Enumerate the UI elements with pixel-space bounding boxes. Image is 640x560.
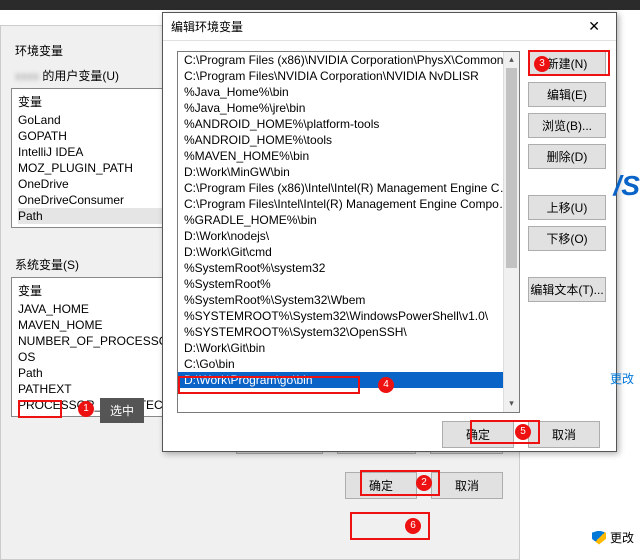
scroll-down-icon[interactable]: ▾ (504, 396, 519, 412)
path-item[interactable]: %ANDROID_HOME%\platform-tools (178, 116, 519, 132)
move-down-button[interactable]: 下移(O) (528, 226, 606, 251)
close-icon[interactable]: ✕ (580, 16, 608, 37)
dialog-footer-buttons: 确定 取消 (163, 421, 616, 458)
path-item[interactable]: C:\Program Files (x86)\Intel\Intel(R) Ma… (178, 180, 519, 196)
browse-button[interactable]: 浏览(B)... (528, 113, 606, 138)
dialog-side-buttons: 新建(N) 编辑(E) 浏览(B)... 删除(D) 上移(U) 下移(O) 编… (528, 51, 606, 413)
delete-button[interactable]: 删除(D) (528, 144, 606, 169)
path-item[interactable]: %SYSTEMROOT%\System32\WindowsPowerShell\… (178, 308, 519, 324)
ok-button[interactable]: 确定 (345, 472, 417, 499)
path-item[interactable]: D:\Work\Git\cmd (178, 244, 519, 260)
dialog-titlebar[interactable]: 编辑环境变量 ✕ (163, 13, 616, 41)
background-logo-fragment: /S (614, 170, 640, 202)
move-up-button[interactable]: 上移(U) (528, 195, 606, 220)
path-item[interactable]: %MAVEN_HOME%\bin (178, 148, 519, 164)
dialog-title: 编辑环境变量 (171, 18, 243, 35)
edit-text-button[interactable]: 编辑文本(T)... (528, 277, 606, 302)
scrollbar[interactable]: ▴ ▾ (503, 52, 519, 412)
path-item[interactable]: %GRADLE_HOME%\bin (178, 212, 519, 228)
cancel-button[interactable]: 取消 (431, 472, 503, 499)
path-item[interactable]: D:\Work\nodejs\ (178, 228, 519, 244)
change-settings-link[interactable]: 更改 (592, 529, 634, 546)
path-item[interactable]: %Java_Home%\jre\bin (178, 100, 519, 116)
path-item[interactable]: D:\Work\Git\bin (178, 340, 519, 356)
path-entries-listbox[interactable]: ▴ ▾ C:\Program Files (x86)\NVIDIA Corpor… (177, 51, 520, 413)
path-item[interactable]: C:\Go\bin (178, 356, 519, 372)
path-item[interactable]: C:\Program Files (x86)\NVIDIA Corporatio… (178, 52, 519, 68)
path-item[interactable]: D:\Work\Program\go\bin (178, 372, 519, 388)
edit-button[interactable]: 编辑(E) (528, 82, 606, 107)
change-link-2[interactable]: 更改 (610, 370, 634, 387)
path-item[interactable]: D:\Work\MinGW\bin (178, 164, 519, 180)
edit-env-var-dialog: 编辑环境变量 ✕ ▴ ▾ C:\Program Files (x86)\NVID… (162, 12, 617, 452)
env-window-footer-buttons: 确定 取消 (11, 472, 509, 499)
path-item[interactable]: %SystemRoot% (178, 276, 519, 292)
scrollbar-thumb[interactable] (506, 68, 517, 268)
background-dark-strip (0, 0, 640, 10)
shield-icon (592, 531, 606, 545)
cancel-button[interactable]: 取消 (528, 421, 600, 448)
path-item[interactable]: C:\Program Files\NVIDIA Corporation\NVID… (178, 68, 519, 84)
path-item[interactable]: %Java_Home%\bin (178, 84, 519, 100)
tooltip-selected: 选中 (100, 398, 144, 423)
new-button[interactable]: 新建(N) (528, 51, 606, 76)
scroll-up-icon[interactable]: ▴ (504, 52, 519, 68)
path-item[interactable]: %SYSTEMROOT%\System32\OpenSSH\ (178, 324, 519, 340)
path-item[interactable]: %ANDROID_HOME%\tools (178, 132, 519, 148)
path-item[interactable]: %SystemRoot%\System32\Wbem (178, 292, 519, 308)
path-item[interactable]: %SystemRoot%\system32 (178, 260, 519, 276)
path-item[interactable]: C:\Program Files\Intel\Intel(R) Manageme… (178, 196, 519, 212)
ok-button[interactable]: 确定 (442, 421, 514, 448)
